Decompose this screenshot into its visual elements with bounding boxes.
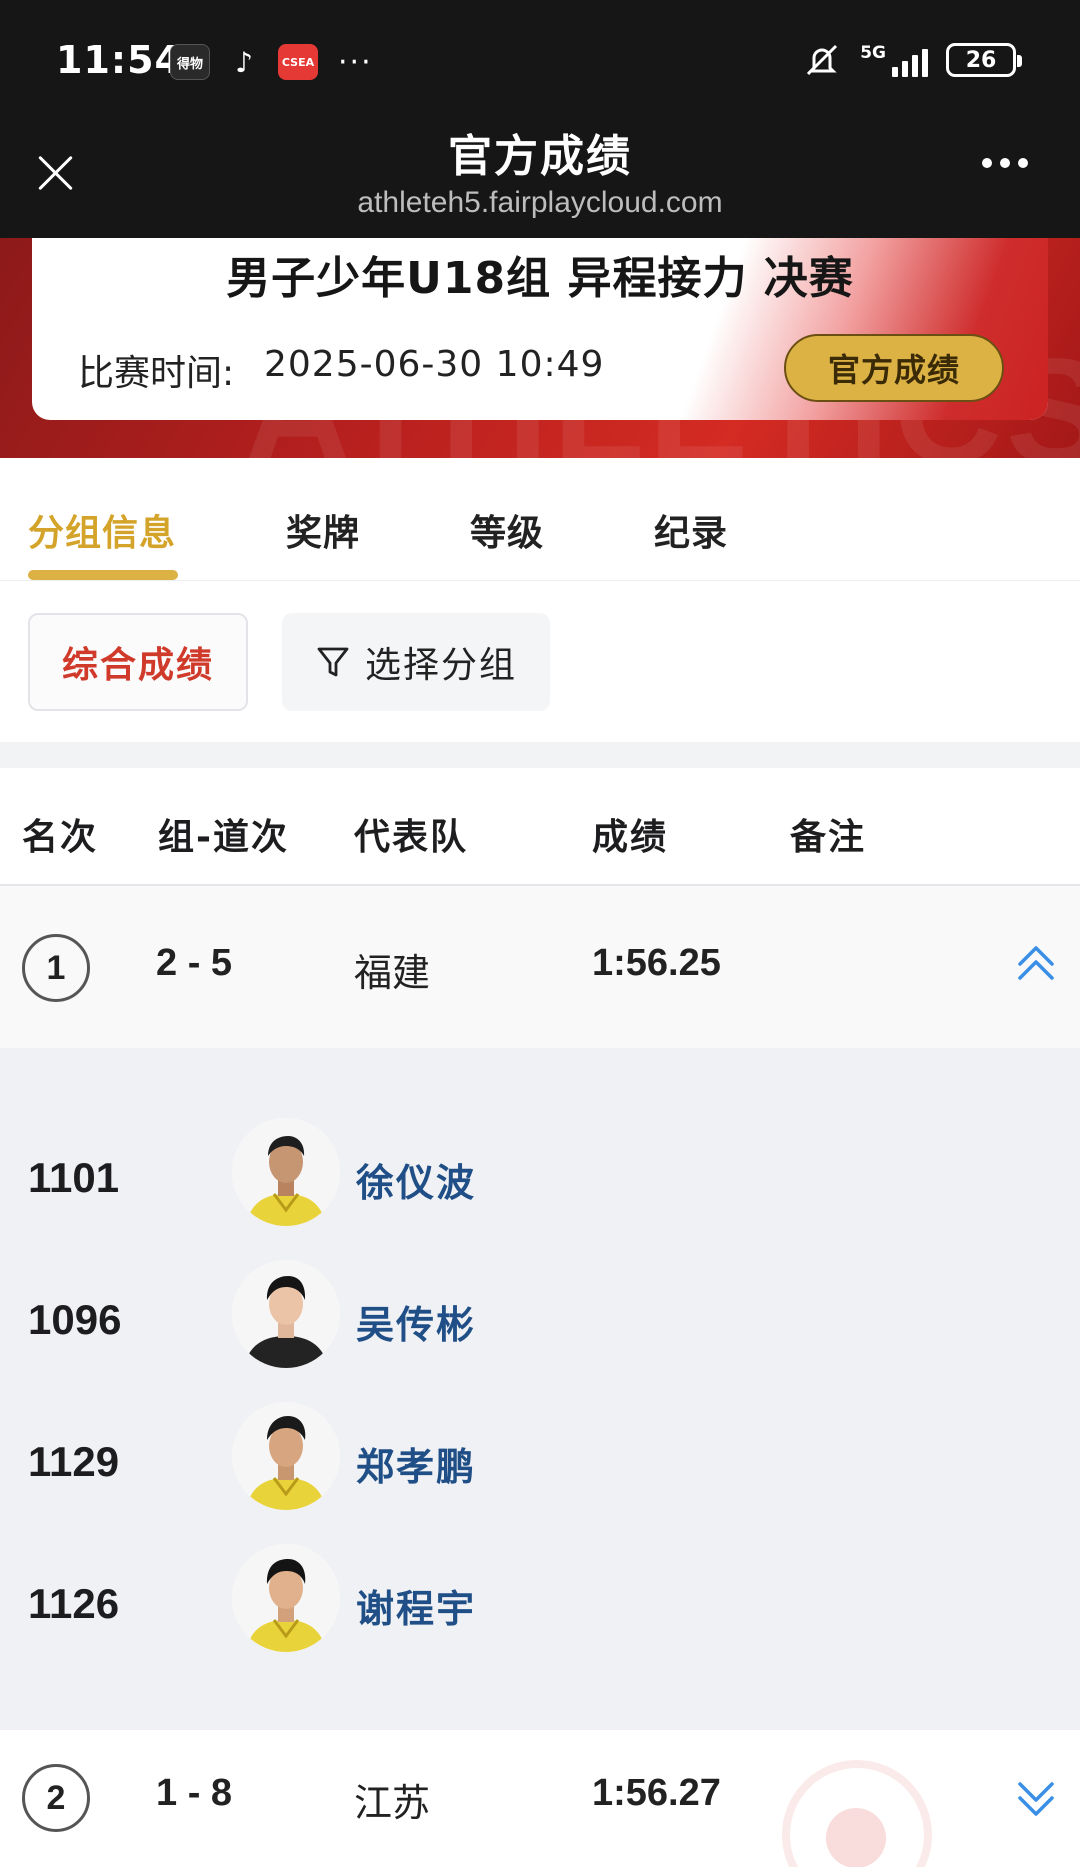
- list-item[interactable]: 1101 徐仪波: [0, 1118, 1080, 1228]
- tab-medals[interactable]: 奖牌: [286, 504, 360, 556]
- heat-lane: 1 - 8: [156, 1772, 233, 1814]
- avatar: [232, 1118, 340, 1226]
- chevron-down-icon[interactable]: [1014, 1770, 1058, 1826]
- event-time-value: 2025-06-30 10:49: [264, 344, 605, 385]
- header-note: 备注: [790, 817, 867, 858]
- athlete-name: 吴传彬: [356, 1303, 477, 1347]
- avatar: [232, 1544, 340, 1652]
- event-time-label: 比赛时间:: [78, 353, 235, 394]
- results-table-header: 名次 组-道次 代表队 成绩 备注: [0, 768, 1080, 886]
- signal-icon: 5G: [860, 43, 928, 77]
- filter-icon: [317, 647, 349, 677]
- athlete-name: 徐仪波: [356, 1161, 477, 1205]
- athlete-name: 郑孝鹏: [356, 1445, 477, 1489]
- event-banner: ATHLETICS 男子少年U18组 异程接力 决赛 比赛时间: 2025-06…: [0, 238, 1080, 458]
- rank-badge: 2: [22, 1764, 90, 1832]
- active-tab-indicator: [28, 570, 178, 580]
- list-item[interactable]: 1129 郑孝鹏: [0, 1402, 1080, 1512]
- team-emblem-watermark: [782, 1760, 932, 1867]
- bib-number: 1096: [28, 1296, 122, 1343]
- page-url: athleteh5.fairplaycloud.com: [357, 186, 723, 219]
- more-menu-icon[interactable]: [982, 158, 1028, 168]
- tab-grades[interactable]: 等级: [470, 504, 544, 556]
- avatar: [232, 1402, 340, 1510]
- battery-icon: 26: [946, 43, 1022, 77]
- avatar: [232, 1260, 340, 1368]
- bib-number: 1101: [28, 1154, 120, 1201]
- top-bar: 11:54 得物 ♪ CSEA ··· 5G 26 官方成绩 athleteh5…: [0, 0, 1080, 238]
- athlete-name: 谢程宇: [356, 1587, 477, 1631]
- page-title: 官方成绩: [448, 131, 632, 182]
- official-results-button[interactable]: 官方成绩: [784, 334, 1004, 402]
- header-heat-lane: 组-道次: [158, 817, 289, 858]
- select-group-label: 选择分组: [364, 645, 517, 686]
- select-group-button[interactable]: 选择分组: [282, 613, 550, 711]
- chevron-up-icon[interactable]: [1014, 936, 1058, 992]
- list-item[interactable]: 1126 谢程宇: [0, 1544, 1080, 1654]
- header-team: 代表队: [354, 817, 469, 858]
- team-name: 江苏: [354, 1781, 431, 1825]
- tab-group-info[interactable]: 分组信息: [28, 504, 176, 556]
- event-card: 男子少年U18组 异程接力 决赛 比赛时间: 2025-06-30 10:49 …: [32, 238, 1048, 420]
- tab-records[interactable]: 纪录: [654, 504, 728, 556]
- tab-bar: 分组信息 奖牌 等级 纪录: [0, 458, 1080, 580]
- heat-lane: 2 - 5: [156, 942, 233, 984]
- status-indicators: 5G 26: [802, 42, 1022, 78]
- team-name: 福建: [354, 951, 431, 995]
- header-rank: 名次: [22, 817, 99, 858]
- more-notifications-icon: ···: [338, 44, 373, 80]
- team-members-panel: 1101 徐仪波 1096 吴传彬 1129 郑孝鹏 1126 谢程宇: [0, 1048, 1080, 1730]
- bib-number: 1126: [28, 1580, 120, 1627]
- result-time: 1:56.25: [592, 942, 721, 984]
- status-app-icons: 得物 ♪ CSEA ···: [170, 44, 373, 80]
- filter-row: 综合成绩 选择分组: [0, 580, 1080, 742]
- header-result: 成绩: [592, 817, 669, 858]
- csea-app-icon: CSEA: [278, 44, 318, 80]
- status-time: 11:54: [56, 38, 182, 82]
- dewu-app-icon: 得物: [170, 44, 210, 80]
- event-title: 男子少年U18组 异程接力 决赛: [226, 253, 854, 304]
- combined-results-button[interactable]: 综合成绩: [28, 613, 248, 711]
- list-item[interactable]: 1096 吴传彬: [0, 1260, 1080, 1370]
- table-row[interactable]: 2 1 - 8 江苏 1:56.27: [0, 1730, 1080, 1867]
- bib-number: 1129: [28, 1438, 120, 1485]
- result-time: 1:56.27: [592, 1772, 721, 1814]
- douyin-app-icon: ♪: [235, 45, 253, 79]
- table-row[interactable]: 1 2 - 5 福建 1:56.25: [0, 886, 1080, 1048]
- mute-icon: [807, 44, 838, 76]
- rank-badge: 1: [22, 934, 90, 1002]
